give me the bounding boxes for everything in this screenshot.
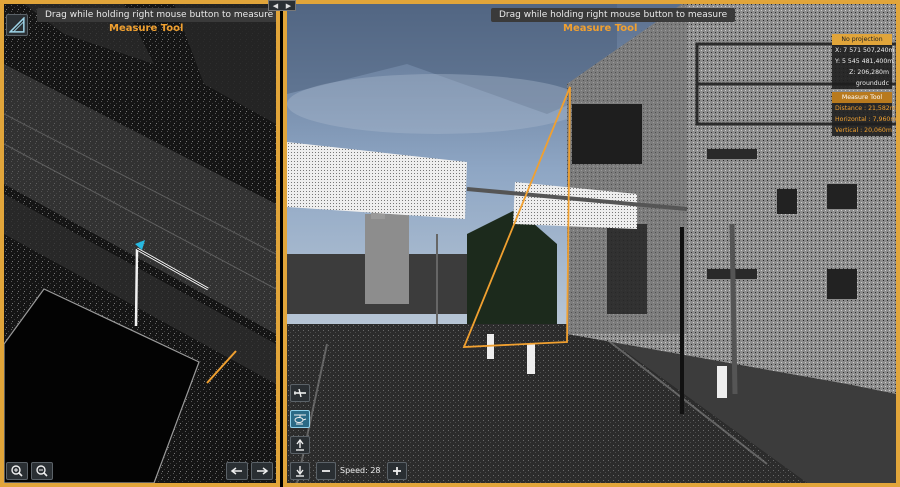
ascend-button[interactable] (290, 436, 310, 454)
helicopter-mode-button[interactable] (290, 410, 310, 428)
left-measure-tool-title: Measure Tool (109, 23, 184, 34)
speed-decrease-button[interactable] (316, 462, 336, 480)
speed-value: 28 (370, 466, 381, 475)
zoom-in-button[interactable] (6, 462, 28, 480)
coordinate-z: Z: 206,280m (832, 67, 892, 78)
airplane-icon (294, 388, 306, 398)
measure-distance: Distance : 21,582m (832, 103, 896, 114)
undo-arrow-icon (230, 467, 242, 475)
left-measure-hint: Drag while holding right mouse button to… (37, 8, 276, 22)
measure-panel-title: Measure Tool (832, 92, 892, 103)
view-mode-button[interactable] (6, 14, 28, 36)
coordinate-x: X: 7 571 507,240m (832, 45, 895, 56)
redo-arrow-icon (257, 467, 269, 475)
pane-toggle: ◀ ▶ (268, 0, 296, 11)
3d-view-pane[interactable]: Drag while holding right mouse button to… (283, 0, 900, 487)
coordinates-panel: No projection X: 7 571 507,240m Y: 5 545… (832, 34, 896, 136)
projection-label: No projection (832, 34, 892, 45)
redo-button[interactable] (251, 462, 273, 480)
point-class: groundudc (832, 78, 892, 89)
right-measure-tool-title: Measure Tool (563, 23, 638, 34)
ascend-icon (296, 439, 304, 451)
minus-icon (322, 470, 330, 472)
airplane-mode-button[interactable] (290, 384, 310, 402)
plus-icon (393, 467, 401, 475)
coordinate-y: Y: 5 545 481,400m (832, 56, 893, 67)
speed-readout: Speed: 28 (340, 466, 381, 476)
helicopter-icon (294, 414, 307, 425)
speed-increase-button[interactable] (387, 462, 407, 480)
measure-vertical: Vertical : 20,060m (832, 125, 892, 136)
right-measure-hint: Drag while holding right mouse button to… (491, 8, 736, 22)
measure-horizontal: Horizontal : 7,960m (832, 114, 896, 125)
undo-button[interactable] (226, 462, 248, 480)
3d-point-cloud-scene[interactable] (287, 4, 896, 483)
speed-label: Speed: (340, 466, 368, 475)
descend-icon (296, 466, 304, 477)
zoom-out-icon (36, 465, 48, 477)
top-view-point-cloud[interactable] (4, 4, 276, 483)
collapse-right-button[interactable]: ▶ (282, 1, 295, 10)
perspective-icon (9, 17, 25, 33)
collapse-left-button[interactable]: ◀ (269, 1, 282, 10)
zoom-out-button[interactable] (31, 462, 53, 480)
zoom-in-icon (11, 465, 23, 477)
descend-button[interactable] (290, 462, 310, 480)
top-view-pane[interactable]: Drag while holding right mouse button to… (0, 0, 280, 487)
